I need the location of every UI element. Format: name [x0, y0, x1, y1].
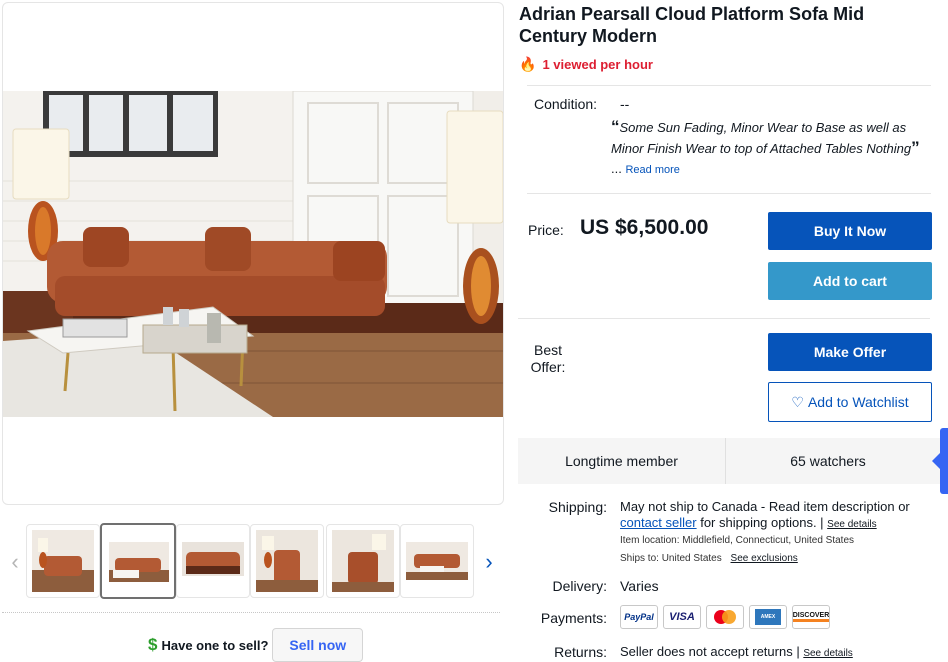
heart-icon: ♡ — [791, 394, 804, 410]
best-offer-label: Best Offer: — [528, 342, 568, 376]
divider — [2, 612, 500, 613]
amex-icon: AMEX — [749, 605, 787, 629]
ships-to: Ships to: United States See exclusions — [620, 553, 798, 564]
sell-prompt: $ Have one to sell? Sell now — [148, 628, 364, 662]
item-location-label: Item location: — [620, 535, 680, 546]
paypal-icon: PayPal — [620, 605, 658, 629]
best-offer-label-line1: Best — [533, 342, 562, 358]
watchers-count: 65 watchers — [790, 453, 866, 469]
divider — [518, 318, 930, 319]
viewed-text: 1 viewed per hour — [542, 57, 653, 72]
buy-it-now-button[interactable]: Buy It Now — [768, 212, 932, 250]
main-product-photo[interactable] — [3, 91, 503, 417]
ships-to-label: Ships to: — [620, 553, 659, 564]
thumbnail[interactable] — [326, 524, 400, 598]
shipping-description: May not ship to Canada - Read item descr… — [620, 499, 910, 514]
returns-see-details-link[interactable]: See details — [803, 648, 852, 659]
contact-seller-link[interactable]: contact seller — [620, 515, 697, 530]
see-exclusions-link[interactable]: See exclusions — [731, 553, 798, 564]
sell-prompt-text: Have one to sell? — [161, 637, 269, 653]
returns-policy: Seller does not accept returns | — [620, 644, 804, 659]
ellipsis: ... — [611, 161, 622, 176]
chevron-left-icon[interactable]: ‹ — [4, 548, 26, 576]
condition-quote: “Some Sun Fading, Minor Wear to Base as … — [611, 117, 931, 180]
shipping-text: May not ship to Canada - Read item descr… — [620, 499, 940, 533]
thumbnail[interactable] — [176, 524, 250, 598]
watchlist-label: Add to Watchlist — [807, 394, 909, 410]
main-image-frame[interactable] — [2, 2, 504, 505]
payments-label: Payments: — [540, 610, 607, 626]
item-location: Item location: Middlefield, Connecticut,… — [620, 535, 854, 546]
stats-bar: Longtime member 65 watchers — [518, 438, 948, 484]
add-to-watchlist-button[interactable]: ♡ Add to Watchlist — [768, 382, 932, 422]
viewed-badge: 🔥 1 viewed per hour — [519, 56, 653, 73]
thumbnail-active[interactable] — [100, 523, 176, 599]
thumbnail[interactable] — [26, 524, 100, 598]
condition-value: -- — [620, 96, 630, 112]
make-offer-button[interactable]: Make Offer — [768, 333, 932, 371]
flame-icon: 🔥 — [519, 56, 537, 72]
returns-label: Returns: — [554, 644, 607, 660]
best-offer-label-line2: Offer: — [530, 359, 566, 375]
read-more-link[interactable]: Read more — [625, 164, 679, 176]
item-location-value: Middlefield, Connecticut, United States — [682, 535, 855, 546]
discover-icon: DISCOVER — [792, 605, 830, 629]
payment-methods: PayPal VISA AMEX DISCOVER — [620, 605, 830, 629]
shipping-see-details-link[interactable]: See details — [827, 519, 876, 530]
delivery-value: Varies — [620, 578, 659, 594]
condition-description: Some Sun Fading, Minor Wear to Base as w… — [611, 120, 912, 156]
returns-value: Seller does not accept returns | See det… — [620, 644, 853, 659]
close-quote-icon: ” — [911, 138, 920, 157]
price-label: Price: — [528, 222, 564, 238]
condition-label: Condition: — [534, 96, 598, 112]
thumbnail-strip: ‹ › — [0, 523, 500, 600]
visa-icon: VISA — [663, 605, 701, 629]
sell-now-button[interactable]: Sell now — [272, 628, 364, 662]
chevron-right-icon[interactable]: › — [478, 548, 500, 576]
divider — [527, 85, 931, 86]
delivery-label: Delivery: — [552, 578, 607, 594]
item-title: Adrian Pearsall Cloud Platform Sofa Mid … — [519, 4, 865, 46]
divider — [527, 193, 931, 194]
caret-left-icon[interactable] — [932, 452, 941, 470]
dollar-icon: $ — [148, 635, 158, 654]
price-value: US $6,500.00 — [580, 216, 709, 239]
shipping-options-text: for shipping options. | — [696, 515, 828, 530]
add-to-cart-button[interactable]: Add to cart — [768, 262, 932, 300]
seller-member-status: Longtime member — [565, 453, 678, 469]
shipping-label: Shipping: — [548, 499, 607, 515]
mastercard-icon — [706, 605, 744, 629]
open-quote-icon: “ — [611, 117, 620, 136]
thumbnail[interactable] — [250, 524, 324, 598]
feedback-tab[interactable] — [940, 428, 948, 494]
ships-to-value: United States — [661, 553, 722, 564]
thumbnail[interactable] — [400, 524, 474, 598]
